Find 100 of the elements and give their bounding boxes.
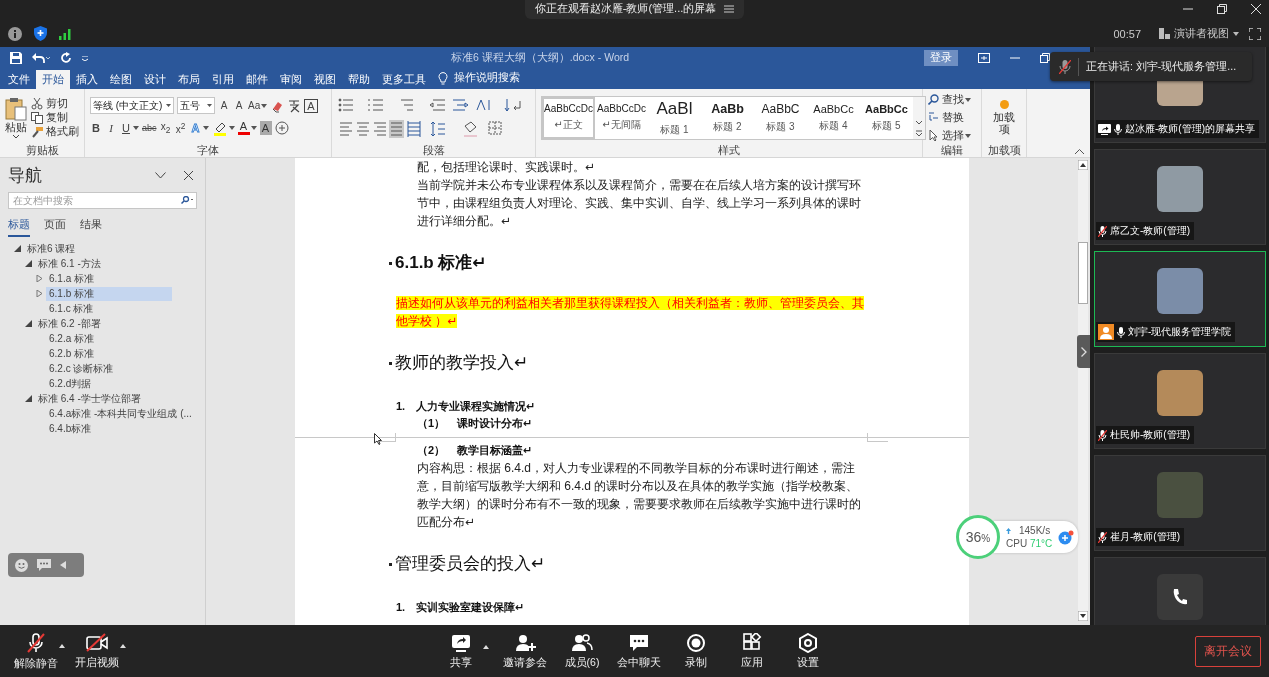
caret-icon[interactable]: [59, 643, 65, 648]
caret-icon[interactable]: [120, 643, 126, 648]
heading-item[interactable]: 标准 6.2 -部署: [35, 316, 104, 331]
vertical-scrollbar[interactable]: [1078, 160, 1088, 621]
caret-icon[interactable]: [250, 126, 257, 131]
style-option[interactable]: AaBbCcDc ↵正文: [542, 96, 595, 139]
ribbon-display-icon[interactable]: [978, 53, 990, 63]
ribbon-tab[interactable]: 文件: [2, 70, 36, 89]
strike-button[interactable]: abc: [142, 121, 157, 136]
select-button[interactable]: 选择: [928, 129, 964, 142]
settings-button[interactable]: 设置: [787, 632, 829, 670]
pane-tab[interactable]: 标题: [8, 218, 30, 237]
heading-item[interactable]: 6.2.d判据: [46, 376, 95, 391]
style-option[interactable]: AaBb 标题 2: [701, 96, 754, 139]
heading-item[interactable]: 6.1.a 标准: [46, 271, 98, 286]
grow-button[interactable]: A: [218, 98, 230, 113]
caret-icon[interactable]: [228, 126, 235, 131]
customize-toolbar-icon[interactable]: [82, 55, 88, 61]
color-button[interactable]: A: [237, 121, 250, 136]
style-option[interactable]: AaBl 标题 1: [648, 96, 701, 139]
caret-icon[interactable]: [483, 644, 489, 649]
record-button[interactable]: 录制: [675, 632, 717, 670]
heading-item[interactable]: 6.4.a标准 -本科共同专业组成 (...: [46, 406, 195, 421]
find-button[interactable]: 查找: [928, 93, 964, 106]
save-icon[interactable]: [10, 52, 22, 64]
caret-icon[interactable]: [261, 103, 268, 108]
video-button[interactable]: 开启视频: [75, 632, 119, 670]
chat-button[interactable]: 会中聊天: [617, 632, 661, 670]
caret-icon[interactable]: [133, 126, 139, 131]
heading-item[interactable]: 6.1.c 标准: [46, 301, 97, 316]
scroll-up-icon[interactable]: [1078, 160, 1088, 170]
phonetic-guide-icon[interactable]: [287, 98, 302, 113]
ribbon-tab[interactable]: 视图: [308, 70, 342, 89]
ribbon-tab[interactable]: 更多工具: [376, 70, 432, 89]
restore-icon[interactable]: [1040, 53, 1050, 63]
participant-tile[interactable]: 崔月-教师(管理): [1094, 455, 1266, 551]
expanded-triangle-icon[interactable]: [25, 260, 32, 267]
enclosed-character-icon[interactable]: [274, 121, 289, 136]
heading-item[interactable]: 6.1.b 标准: [46, 286, 172, 301]
pane-tab[interactable]: 结果: [80, 218, 102, 237]
add-ins-button[interactable]: 加载项: [992, 111, 1016, 135]
ribbon-tab[interactable]: 设计: [138, 70, 172, 89]
invite-button[interactable]: 邀请参会: [503, 632, 547, 670]
ribbon-tab[interactable]: 邮件: [240, 70, 274, 89]
style-option[interactable]: AaBbCcDc ↵无间隔: [595, 96, 648, 139]
share-button[interactable]: 共享: [440, 632, 482, 670]
replace-button[interactable]: 替换: [928, 111, 964, 124]
case-button[interactable]: Aa: [248, 98, 261, 113]
undo-icon[interactable]: [32, 52, 50, 64]
ribbon-tab[interactable]: 引用: [206, 70, 240, 89]
leave-meeting-button[interactable]: 离开会议: [1195, 635, 1261, 667]
pane-tab[interactable]: 页面: [44, 218, 66, 237]
border-button[interactable]: A: [304, 98, 318, 113]
shading-button[interactable]: A: [259, 121, 272, 136]
collapse-ribbon-icon[interactable]: [1075, 149, 1084, 154]
collapsed-triangle-icon[interactable]: [36, 290, 43, 297]
search-field[interactable]: 在文档中搜索: [8, 192, 197, 209]
painter-button[interactable]: 格式刷: [31, 125, 79, 138]
lightbulb-icon[interactable]: [438, 72, 448, 85]
ribbon-tab[interactable]: 审阅: [274, 70, 308, 89]
font-size-dropdown[interactable]: 五号: [177, 97, 215, 115]
caret-icon[interactable]: [965, 133, 971, 138]
search-icon[interactable]: [181, 196, 194, 204]
sub-button[interactable]: x$_{2}$: [159, 120, 172, 137]
participant-tile[interactable]: 杜民帅-教师(管理): [1094, 353, 1266, 449]
shrink-button[interactable]: A: [233, 98, 245, 113]
heading-item[interactable]: 6.4.b标准: [46, 421, 95, 436]
expanded-triangle-icon[interactable]: [25, 395, 32, 402]
menu-icon[interactable]: [724, 4, 735, 13]
participant-tile[interactable]: 席乙文-教师(管理): [1094, 149, 1266, 245]
highlighter-icon[interactable]: [211, 120, 228, 137]
collapse-panel-handle[interactable]: [1077, 335, 1090, 368]
ribbon-tab[interactable]: 帮助: [342, 70, 376, 89]
heading-item[interactable]: 6.2.a 标准: [46, 331, 98, 346]
ribbon-tab[interactable]: 绘图: [104, 70, 138, 89]
close-icon[interactable]: [184, 170, 193, 180]
font-name-dropdown[interactable]: 等线 (中文正文): [90, 97, 174, 115]
scroll-down-icon[interactable]: [1078, 611, 1088, 621]
sup-button[interactable]: x$^{2}$: [174, 119, 187, 138]
style-option[interactable]: AaBbCc 标题 5: [860, 96, 913, 139]
heading-item[interactable]: 标准6 课程: [24, 241, 79, 256]
participant-tile[interactable]: [1094, 557, 1266, 625]
chat-icon[interactable]: [37, 559, 51, 571]
ribbon-tab[interactable]: 开始: [36, 70, 70, 89]
gallery-scroll-icon[interactable]: [913, 96, 925, 139]
view-mode-button[interactable]: 演讲者视图: [1159, 26, 1239, 41]
heading-item[interactable]: 标准 6.4 -学士学位部署: [35, 391, 144, 406]
chevron-down-icon[interactable]: [155, 171, 166, 179]
info-icon[interactable]: [8, 26, 22, 41]
expanded-triangle-icon[interactable]: [25, 320, 32, 327]
bold-button[interactable]: B: [90, 121, 102, 136]
expanded-triangle-icon[interactable]: [14, 245, 21, 252]
caret-icon[interactable]: [202, 126, 209, 131]
paste-button[interactable]: 粘贴: [5, 96, 27, 139]
triangle-left-icon[interactable]: [60, 561, 66, 569]
italic-button[interactable]: I: [105, 121, 117, 136]
caret-icon[interactable]: [965, 97, 971, 102]
members-button[interactable]: 成员(6): [561, 632, 603, 670]
smiley-icon[interactable]: [15, 558, 28, 572]
tell-me-search[interactable]: 操作说明搜索: [454, 71, 520, 89]
